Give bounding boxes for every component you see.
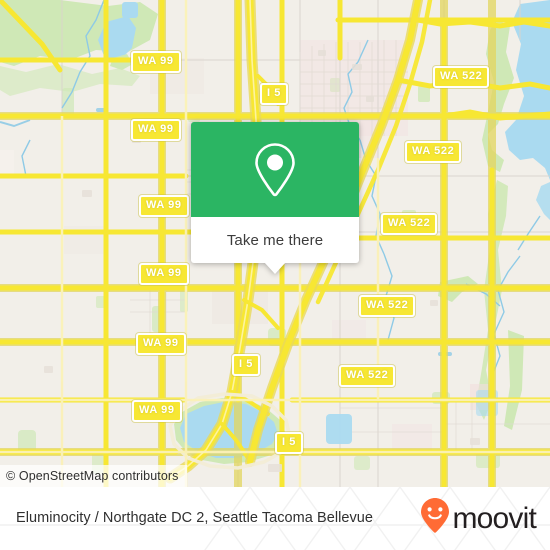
road-shield-i5-3: I 5 xyxy=(275,432,304,454)
road-shield-wa522-3: WA 522 xyxy=(381,213,438,235)
road-shield-wa99-2: WA 99 xyxy=(131,119,181,141)
page-footer: Eluminocity / Northgate DC 2, Seattle Ta… xyxy=(0,487,550,550)
take-me-there-label: Take me there xyxy=(226,231,324,249)
road-shield-i5-1: I 5 xyxy=(260,83,289,105)
map-attribution[interactable]: © OpenStreetMap contributors xyxy=(0,465,187,487)
destination-callout[interactable]: Take me there xyxy=(191,122,359,274)
road-shield-wa99-5: WA 99 xyxy=(136,333,186,355)
moovit-pin-icon xyxy=(420,497,450,540)
map-pin-icon xyxy=(253,141,297,199)
road-shield-wa522-4: WA 522 xyxy=(359,295,416,317)
moovit-logo[interactable]: moovit xyxy=(420,497,537,540)
road-shield-wa99-1: WA 99 xyxy=(131,51,181,73)
callout-pointer xyxy=(264,262,286,274)
road-shield-wa99-4: WA 99 xyxy=(139,263,189,285)
map-page: WA 99 WA 522 I 5 WA 99 WA 522 WA 99 WA 5… xyxy=(0,0,550,550)
callout-action-panel[interactable]: Take me there xyxy=(191,217,359,274)
road-shield-wa99-6: WA 99 xyxy=(132,400,182,422)
map-canvas[interactable]: WA 99 WA 522 I 5 WA 99 WA 522 WA 99 WA 5… xyxy=(0,0,550,487)
osm-attribution-text: © OpenStreetMap contributors xyxy=(6,469,179,483)
road-shield-wa99-3: WA 99 xyxy=(139,195,189,217)
moovit-wordmark: moovit xyxy=(452,501,536,535)
road-shield-wa522-1: WA 522 xyxy=(433,66,490,88)
callout-pin-panel xyxy=(191,122,359,217)
road-shield-i5-2: I 5 xyxy=(232,354,261,376)
road-shield-wa522-5: WA 522 xyxy=(339,365,396,387)
place-title: Eluminocity / Northgate DC 2, Seattle Ta… xyxy=(16,510,374,526)
road-shield-wa522-2: WA 522 xyxy=(405,141,462,163)
